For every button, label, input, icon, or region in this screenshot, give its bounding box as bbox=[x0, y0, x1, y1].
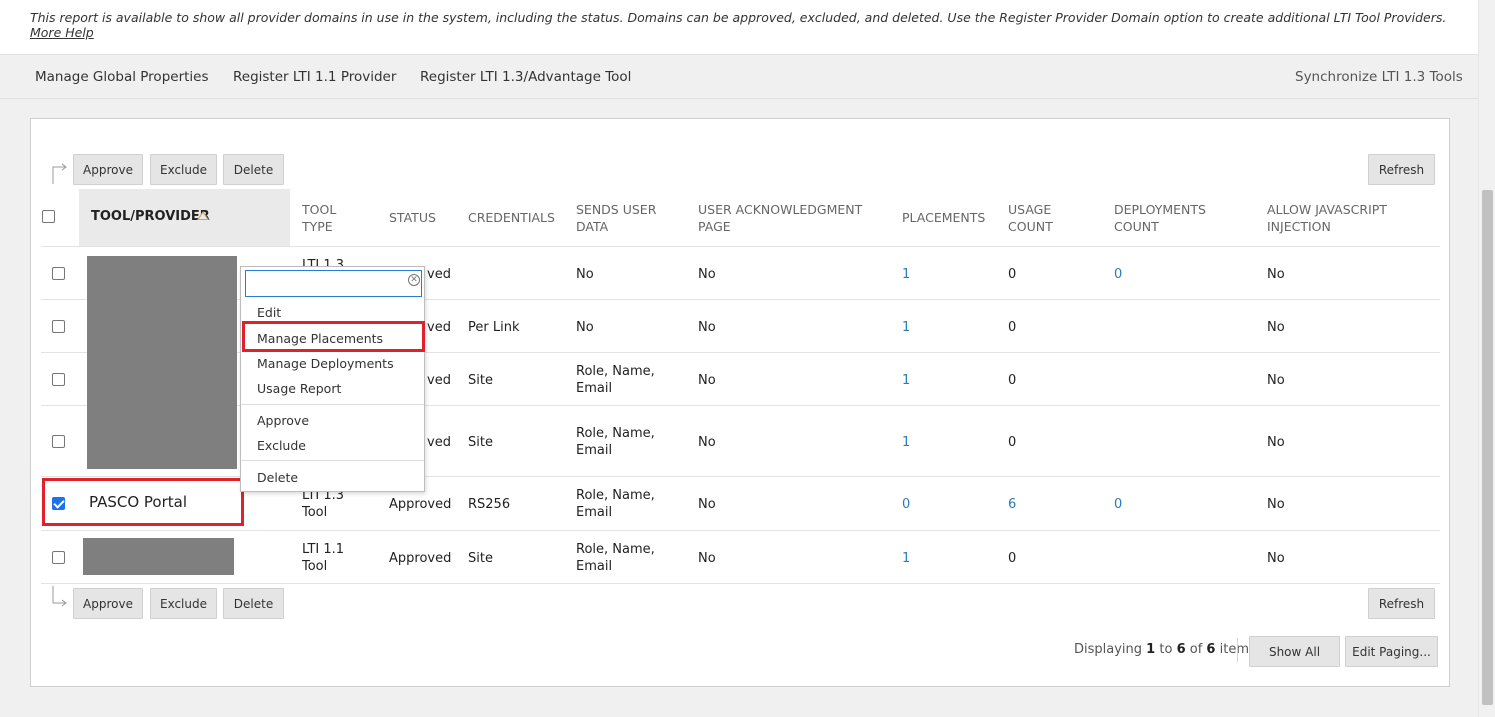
manage-global-properties-button[interactable]: Manage Global Properties bbox=[35, 69, 209, 85]
table-bottom-border bbox=[41, 583, 1440, 584]
column-header-tool-provider[interactable]: TOOL/PROVIDER bbox=[79, 189, 290, 246]
placements-link[interactable]: 1 bbox=[902, 372, 910, 389]
select-all-checkbox[interactable] bbox=[42, 210, 55, 223]
vertical-scrollbar[interactable] bbox=[1478, 0, 1495, 717]
more-help-link[interactable]: More Help bbox=[30, 25, 94, 40]
delete-button-bottom[interactable]: Delete bbox=[223, 588, 284, 619]
row-checkbox[interactable] bbox=[52, 267, 65, 280]
refresh-button-bottom[interactable]: Refresh bbox=[1368, 588, 1435, 619]
paging-summary: Displaying 1 to 6 of 6 items bbox=[1074, 642, 1256, 657]
column-header-tool-type[interactable]: TOOL TYPE bbox=[302, 201, 336, 235]
menu-separator bbox=[241, 460, 424, 461]
approve-button-bottom[interactable]: Approve bbox=[73, 588, 143, 619]
selection-arrow-icon bbox=[52, 163, 67, 184]
placements-link[interactable]: 1 bbox=[902, 550, 910, 567]
sort-ascending-icon bbox=[197, 211, 209, 220]
delete-button-top[interactable]: Delete bbox=[223, 154, 284, 185]
paging-divider bbox=[1237, 638, 1238, 662]
clear-filter-icon[interactable]: ✕ bbox=[408, 274, 420, 286]
redacted-tool-names bbox=[87, 256, 237, 469]
exclude-button-top[interactable]: Exclude bbox=[150, 154, 217, 185]
menu-separator bbox=[241, 404, 424, 405]
action-bar: Manage Global Properties Register LTI 1.… bbox=[0, 56, 1478, 99]
row-checkbox[interactable] bbox=[52, 320, 65, 333]
scrollbar-thumb[interactable] bbox=[1482, 190, 1493, 705]
show-all-button[interactable]: Show All bbox=[1249, 636, 1340, 667]
row-checkbox[interactable] bbox=[52, 551, 65, 564]
register-lti-11-provider-button[interactable]: Register LTI 1.1 Provider bbox=[233, 69, 396, 85]
usage-count-link[interactable]: 6 bbox=[1008, 496, 1016, 513]
menu-filter-input[interactable] bbox=[245, 270, 422, 297]
column-header-usage-count[interactable]: USAGE COUNT bbox=[1008, 201, 1053, 235]
refresh-button-top[interactable]: Refresh bbox=[1368, 154, 1435, 185]
column-header-deployments-count[interactable]: DEPLOYMENTS COUNT bbox=[1114, 201, 1206, 235]
column-header-allow-javascript-injection[interactable]: ALLOW JAVASCRIPT INJECTION bbox=[1267, 201, 1387, 235]
context-menu: ✕ Edit Manage Placements Manage Deployme… bbox=[240, 266, 425, 492]
exclude-button-bottom[interactable]: Exclude bbox=[150, 588, 217, 619]
column-header-sends-user-data[interactable]: SENDS USER DATA bbox=[576, 201, 656, 235]
menu-item-manage-deployments[interactable]: Manage Deployments bbox=[257, 356, 394, 371]
menu-item-edit[interactable]: Edit bbox=[257, 305, 281, 320]
deployments-link[interactable]: 0 bbox=[1114, 266, 1122, 283]
description-text: This report is available to show all pro… bbox=[30, 10, 1447, 25]
deployments-link[interactable]: 0 bbox=[1114, 496, 1122, 513]
row-checkbox[interactable] bbox=[52, 373, 65, 386]
column-header-user-acknowledgment-page[interactable]: USER ACKNOWLEDGMENT PAGE bbox=[698, 201, 862, 235]
column-header-credentials[interactable]: CREDENTIALS bbox=[468, 209, 555, 226]
menu-item-approve[interactable]: Approve bbox=[257, 413, 309, 428]
placements-link[interactable]: 0 bbox=[902, 496, 910, 513]
placements-link[interactable]: 1 bbox=[902, 434, 910, 451]
placements-link[interactable]: 1 bbox=[902, 319, 910, 336]
table-row: LTI 1.1 Tool Approved Site Role, Name, Ema… bbox=[41, 530, 1440, 583]
highlight-manage-placements bbox=[242, 321, 425, 352]
column-header-status[interactable]: STATUS bbox=[389, 209, 436, 226]
menu-item-usage-report[interactable]: Usage Report bbox=[257, 381, 341, 396]
highlight-pasco-portal bbox=[42, 478, 244, 526]
menu-item-exclude[interactable]: Exclude bbox=[257, 438, 306, 453]
report-description: This report is available to show all pro… bbox=[0, 0, 1478, 55]
menu-item-delete[interactable]: Delete bbox=[257, 470, 298, 485]
placements-link[interactable]: 1 bbox=[902, 266, 910, 283]
redacted-tool-name bbox=[83, 538, 234, 575]
synchronize-lti-13-tools-button[interactable]: Synchronize LTI 1.3 Tools bbox=[1295, 69, 1463, 85]
approve-button-top[interactable]: Approve bbox=[73, 154, 143, 185]
edit-paging-button[interactable]: Edit Paging... bbox=[1345, 636, 1438, 667]
row-checkbox[interactable] bbox=[52, 435, 65, 448]
column-header-placements[interactable]: PLACEMENTS bbox=[902, 209, 985, 226]
register-lti-13-tool-button[interactable]: Register LTI 1.3/Advantage Tool bbox=[420, 69, 631, 85]
page: This report is available to show all pro… bbox=[0, 0, 1478, 717]
selection-arrow-icon bbox=[52, 586, 67, 607]
